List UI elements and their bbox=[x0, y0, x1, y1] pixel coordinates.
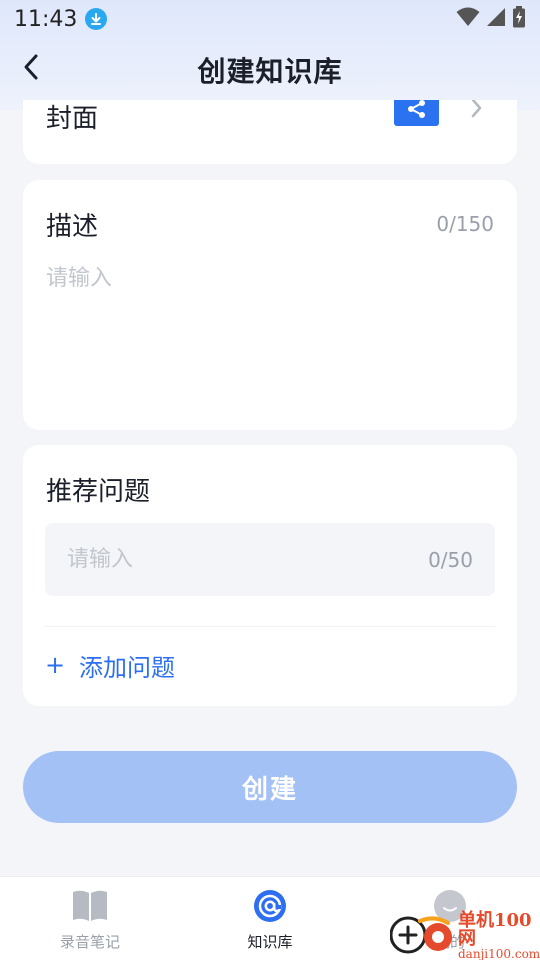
description-card: 描述 0/150 bbox=[23, 180, 517, 430]
share-icon bbox=[406, 100, 428, 123]
cover-card[interactable]: 封面 bbox=[23, 100, 517, 164]
download-notification-icon bbox=[85, 8, 108, 30]
add-question-label: 添加问题 bbox=[79, 653, 175, 682]
cover-thumbnail[interactable] bbox=[394, 100, 439, 126]
description-label: 描述 bbox=[46, 212, 99, 242]
wifi-icon bbox=[456, 7, 480, 31]
book-icon bbox=[71, 887, 109, 925]
status-time: 11:43 bbox=[14, 6, 78, 32]
nav-label: 知识库 bbox=[247, 933, 293, 951]
cover-label: 封面 bbox=[46, 104, 99, 134]
nav-item-knowledge-base[interactable]: 知识库 bbox=[210, 887, 330, 957]
app-header: 创建知识库 bbox=[0, 40, 540, 100]
watermark-logo-icon bbox=[389, 913, 456, 959]
create-button[interactable]: 创建 bbox=[23, 751, 517, 823]
recommended-questions-label: 推荐问题 bbox=[46, 477, 151, 507]
page-title: 创建知识库 bbox=[197, 55, 343, 88]
battery-charging-icon bbox=[512, 6, 526, 32]
question-field[interactable]: 0/50 bbox=[45, 523, 495, 596]
add-question-button[interactable]: + 添加问题 bbox=[45, 645, 175, 685]
divider bbox=[45, 626, 495, 627]
form-scroll-area[interactable]: 封面 描述 0/150 推荐问题 0/50 + bbox=[0, 100, 540, 876]
question-char-count: 0/50 bbox=[428, 547, 473, 572]
description-char-count: 0/150 bbox=[436, 212, 494, 236]
chevron-left-icon bbox=[22, 53, 40, 85]
question-input[interactable] bbox=[67, 547, 429, 572]
cell-signal-icon bbox=[486, 7, 506, 31]
at-icon bbox=[251, 887, 289, 925]
recommended-questions-card: 推荐问题 0/50 + 添加问题 bbox=[23, 445, 517, 706]
status-bar: 11:43 bbox=[0, 0, 540, 38]
watermark-title: 单机100网 bbox=[458, 910, 532, 949]
back-button[interactable] bbox=[14, 52, 48, 86]
nav-label: 录音笔记 bbox=[59, 933, 120, 951]
nav-item-recording-notes[interactable]: 录音笔记 bbox=[30, 887, 150, 957]
plus-icon: + bbox=[45, 651, 66, 679]
chevron-right-icon bbox=[469, 100, 483, 124]
watermark: 单机100网 danji100.com bbox=[389, 910, 540, 960]
description-input[interactable] bbox=[46, 260, 494, 410]
watermark-url: danji100.com bbox=[458, 947, 540, 960]
